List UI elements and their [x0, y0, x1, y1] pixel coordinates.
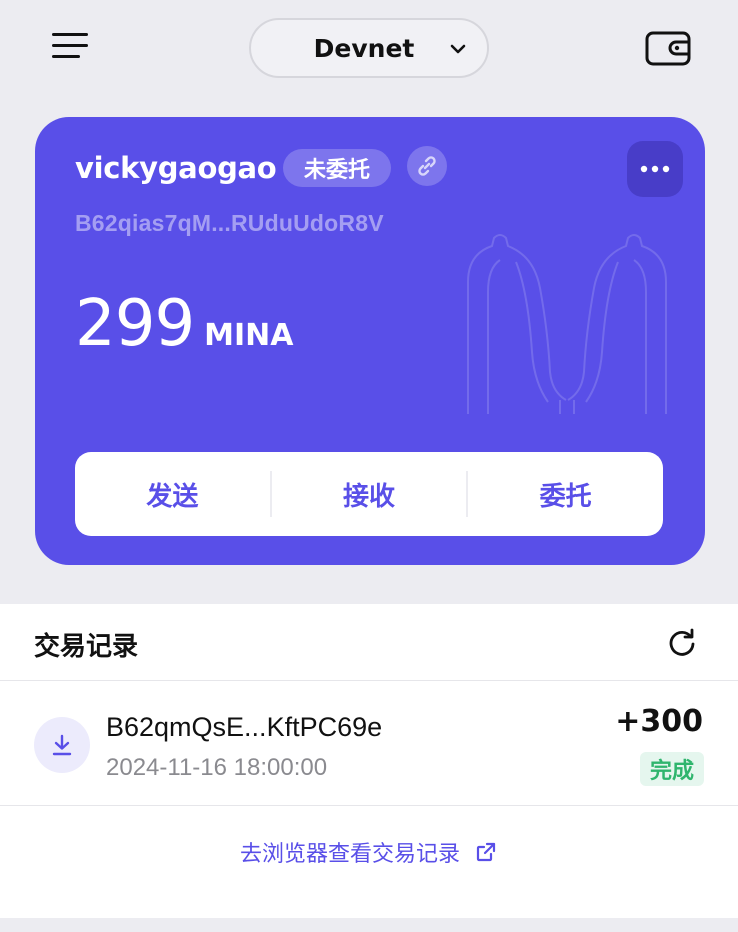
delegation-status-badge: 未委托 — [283, 149, 391, 187]
receive-button[interactable]: 接收 — [272, 452, 467, 536]
balance: 299 MINA — [75, 287, 294, 361]
external-link-icon — [476, 842, 496, 862]
transaction-time: 2024-11-16 18:00:00 — [106, 754, 328, 781]
transaction-amount: +300 — [615, 704, 703, 739]
chevron-down-icon — [450, 44, 466, 54]
account-card: vickygaogao 未委托 B62qias7qM...RUduUdoR8V … — [35, 117, 705, 565]
send-button[interactable]: 发送 — [75, 452, 270, 536]
more-options-button[interactable] — [627, 141, 683, 197]
ellipsis-icon — [640, 165, 670, 173]
refresh-icon[interactable] — [666, 626, 698, 658]
delegate-button[interactable]: 委托 — [468, 452, 663, 536]
transaction-address: B62qmQsE...KftPC69e — [106, 712, 383, 742]
network-label: Devnet — [313, 33, 415, 63]
transactions-title: 交易记录 — [34, 631, 139, 661]
top-bar: Devnet — [0, 0, 738, 100]
transaction-row[interactable]: B62qmQsE...KftPC69e 2024-11-16 18:00:00 … — [0, 682, 738, 806]
account-name: vickygaogao — [75, 151, 277, 185]
balance-unit: MINA — [204, 318, 294, 353]
chain-link-icon — [418, 156, 436, 176]
account-address[interactable]: B62qias7qM...RUduUdoR8V — [75, 210, 384, 237]
transactions-panel: 交易记录 B62qmQsE...KftPC69e 2024-11-16 18:0… — [0, 604, 738, 918]
link-icon[interactable] — [407, 146, 447, 186]
hamburger-menu-icon[interactable] — [48, 26, 92, 66]
balance-amount: 299 — [75, 287, 195, 361]
explorer-link-label: 去浏览器查看交易记录 — [239, 841, 460, 866]
card-decoration — [467, 234, 667, 414]
transaction-status-badge: 完成 — [639, 752, 704, 786]
action-bar: 发送 接收 委托 — [75, 452, 663, 536]
network-selector[interactable]: Devnet — [249, 18, 489, 78]
transactions-header: 交易记录 — [0, 604, 738, 681]
explorer-link[interactable]: 去浏览器查看交易记录 — [0, 836, 738, 868]
wallet-icon[interactable] — [644, 28, 692, 68]
download-icon — [34, 717, 90, 773]
